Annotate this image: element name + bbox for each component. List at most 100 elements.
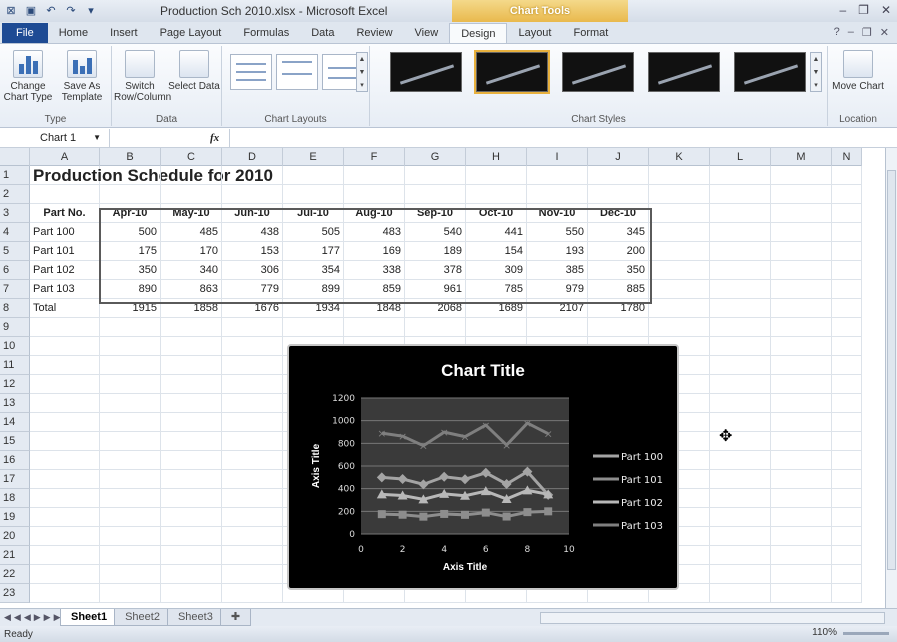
value-cell[interactable]: 338 bbox=[344, 261, 405, 280]
column-header[interactable]: J bbox=[588, 148, 649, 166]
value-cell[interactable]: 1934 bbox=[283, 299, 344, 318]
cell[interactable] bbox=[832, 356, 862, 375]
cell[interactable] bbox=[222, 356, 283, 375]
ribbon-restore-icon[interactable]: ❐ bbox=[862, 26, 872, 39]
styles-gallery-scroll[interactable]: ▲ ▼ ▾ bbox=[810, 52, 822, 92]
cell[interactable] bbox=[710, 527, 771, 546]
column-header[interactable]: L bbox=[710, 148, 771, 166]
value-cell[interactable]: 154 bbox=[466, 242, 527, 261]
cell[interactable] bbox=[161, 432, 222, 451]
row-header[interactable]: 3 bbox=[0, 204, 30, 223]
cell[interactable] bbox=[771, 413, 832, 432]
value-cell[interactable]: 340 bbox=[161, 261, 222, 280]
cell[interactable] bbox=[771, 204, 832, 223]
row-header[interactable]: 2 bbox=[0, 185, 30, 204]
change-chart-type-button[interactable]: Change Chart Type bbox=[2, 50, 54, 103]
cell[interactable] bbox=[30, 432, 100, 451]
row-header[interactable]: 7 bbox=[0, 280, 30, 299]
cell[interactable] bbox=[649, 185, 710, 204]
cell[interactable] bbox=[832, 204, 862, 223]
cell[interactable] bbox=[161, 337, 222, 356]
row-header[interactable]: 1 bbox=[0, 166, 30, 185]
value-cell[interactable]: 189 bbox=[405, 242, 466, 261]
value-cell[interactable]: 170 bbox=[161, 242, 222, 261]
cell[interactable] bbox=[161, 451, 222, 470]
value-cell[interactable]: 899 bbox=[283, 280, 344, 299]
value-cell[interactable]: 169 bbox=[344, 242, 405, 261]
column-header[interactable]: I bbox=[527, 148, 588, 166]
cell[interactable] bbox=[30, 413, 100, 432]
cell[interactable] bbox=[222, 508, 283, 527]
cell[interactable] bbox=[649, 204, 710, 223]
cell[interactable] bbox=[161, 413, 222, 432]
chart-style-4[interactable] bbox=[648, 52, 720, 92]
cell[interactable] bbox=[832, 166, 862, 185]
cell[interactable] bbox=[649, 166, 710, 185]
cell[interactable] bbox=[344, 166, 405, 185]
sheet-title[interactable]: Production Schedule for 2010 bbox=[30, 166, 273, 185]
cell[interactable] bbox=[588, 185, 649, 204]
close-icon[interactable]: ✕ bbox=[881, 3, 891, 17]
cell[interactable] bbox=[771, 223, 832, 242]
cell[interactable] bbox=[405, 166, 466, 185]
cell[interactable] bbox=[710, 242, 771, 261]
tab-view[interactable]: View bbox=[404, 23, 450, 43]
cell[interactable] bbox=[710, 508, 771, 527]
cell[interactable] bbox=[161, 546, 222, 565]
row-header[interactable]: 4 bbox=[0, 223, 30, 242]
switch-row-column-button[interactable]: Switch Row/Column bbox=[114, 50, 171, 103]
value-cell[interactable]: 385 bbox=[527, 261, 588, 280]
table-header-cell[interactable]: Part No. bbox=[30, 204, 100, 223]
cell[interactable] bbox=[832, 413, 862, 432]
value-cell[interactable]: 177 bbox=[283, 242, 344, 261]
cell[interactable] bbox=[222, 470, 283, 489]
vertical-scroll-thumb[interactable] bbox=[887, 170, 896, 570]
row-label-cell[interactable]: Part 102 bbox=[30, 261, 100, 280]
formula-input[interactable] bbox=[230, 129, 897, 147]
cell[interactable] bbox=[161, 375, 222, 394]
row-header[interactable]: 12 bbox=[0, 375, 30, 394]
value-cell[interactable]: 779 bbox=[222, 280, 283, 299]
value-cell[interactable]: 961 bbox=[405, 280, 466, 299]
minimize-icon[interactable]: – bbox=[839, 3, 846, 17]
column-header[interactable]: D bbox=[222, 148, 283, 166]
cell[interactable] bbox=[832, 489, 862, 508]
table-header-cell[interactable]: Dec-10 bbox=[588, 204, 649, 223]
table-header-cell[interactable]: Aug-10 bbox=[344, 204, 405, 223]
vertical-scrollbar[interactable] bbox=[885, 148, 897, 608]
cell[interactable] bbox=[222, 451, 283, 470]
cell[interactable] bbox=[283, 185, 344, 204]
cell[interactable] bbox=[832, 508, 862, 527]
value-cell[interactable]: 483 bbox=[344, 223, 405, 242]
cell[interactable] bbox=[710, 565, 771, 584]
cell[interactable] bbox=[832, 280, 862, 299]
cell[interactable] bbox=[30, 546, 100, 565]
cell[interactable] bbox=[100, 489, 161, 508]
cell[interactable] bbox=[710, 584, 771, 603]
cell[interactable] bbox=[832, 318, 862, 337]
restore-icon[interactable]: ❐ bbox=[858, 3, 869, 17]
table-header-cell[interactable]: Nov-10 bbox=[527, 204, 588, 223]
cell[interactable] bbox=[30, 394, 100, 413]
undo-icon[interactable]: ↶ bbox=[44, 4, 58, 18]
cell[interactable] bbox=[30, 489, 100, 508]
cell[interactable] bbox=[100, 584, 161, 603]
cell[interactable] bbox=[771, 356, 832, 375]
select-all-corner[interactable] bbox=[0, 148, 30, 166]
cell[interactable] bbox=[161, 166, 222, 185]
row-label-cell[interactable]: Part 101 bbox=[30, 242, 100, 261]
cell[interactable] bbox=[100, 375, 161, 394]
row-label-cell[interactable]: Total bbox=[30, 299, 100, 318]
cell[interactable] bbox=[771, 565, 832, 584]
cell[interactable] bbox=[832, 337, 862, 356]
tab-page-layout[interactable]: Page Layout bbox=[149, 23, 233, 43]
cell[interactable] bbox=[710, 318, 771, 337]
cell[interactable] bbox=[710, 337, 771, 356]
cell[interactable] bbox=[100, 508, 161, 527]
cell[interactable] bbox=[405, 185, 466, 204]
value-cell[interactable]: 438 bbox=[222, 223, 283, 242]
chart-style-5[interactable] bbox=[734, 52, 806, 92]
row-header[interactable]: 23 bbox=[0, 584, 30, 603]
cell[interactable] bbox=[710, 204, 771, 223]
value-cell[interactable]: 350 bbox=[588, 261, 649, 280]
